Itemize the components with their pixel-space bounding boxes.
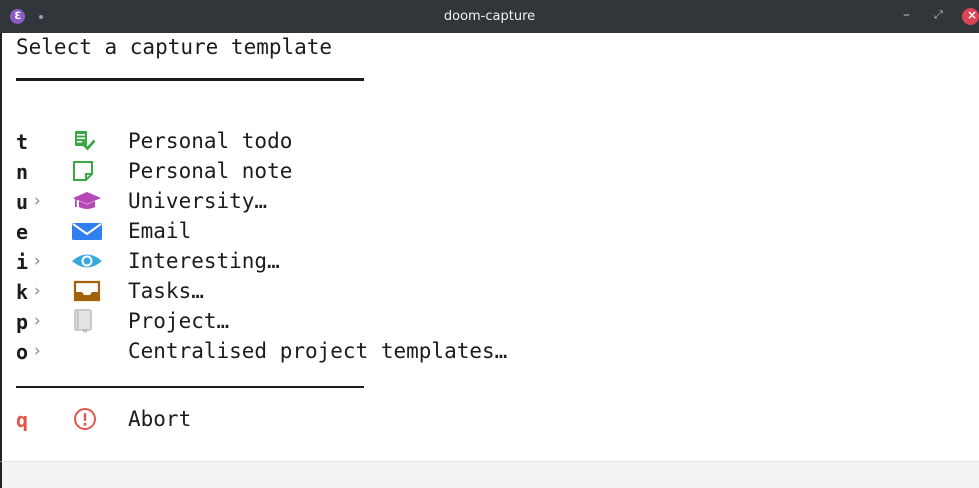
- notebook-icon: [71, 309, 99, 333]
- heading-underline: [16, 78, 364, 81]
- menu-item-label: Project…: [128, 309, 230, 333]
- graduation-cap-icon: [71, 189, 101, 213]
- menu-item-project[interactable]: p › Project…: [2, 306, 962, 336]
- submenu-indicator: ›: [32, 251, 43, 271]
- menu-separator: [16, 386, 364, 388]
- menu-item-personal-note[interactable]: n Personal note: [2, 156, 962, 186]
- menu-item-key: p: [16, 310, 29, 334]
- menu-item-label: Centralised project templates…: [128, 339, 508, 363]
- menu-item-key: t: [16, 130, 29, 154]
- todo-checklist-icon: [71, 129, 99, 153]
- close-button[interactable]: ×: [962, 8, 979, 25]
- menu-item-key: q: [16, 408, 29, 432]
- menu-item-label: University…: [128, 189, 268, 213]
- menu-item-label: Interesting…: [128, 249, 280, 273]
- maximize-button[interactable]: ⤢: [934, 8, 943, 22]
- menu-item-label: Tasks…: [128, 279, 204, 303]
- menu-item-key: e: [16, 220, 29, 244]
- submenu-indicator: ›: [32, 191, 43, 211]
- menu-item-label: Email: [128, 219, 192, 243]
- minimize-button[interactable]: –: [903, 7, 910, 23]
- capture-menu: Select a capture template t Personal tod…: [0, 33, 979, 461]
- menu-item-university[interactable]: u › University…: [2, 186, 962, 216]
- minibuffer[interactable]: [0, 461, 979, 488]
- submenu-indicator: ›: [32, 311, 43, 331]
- menu-heading: Select a capture template: [16, 35, 333, 59]
- menu-item-tasks[interactable]: k › Tasks…: [2, 276, 962, 306]
- menu-item-key: o: [16, 340, 29, 364]
- menu-item-label: Personal note: [128, 159, 293, 183]
- envelope-icon: [71, 219, 102, 243]
- sticky-note-icon: [71, 159, 99, 183]
- submenu-indicator: ›: [32, 281, 43, 301]
- menu-item-label: Personal todo: [128, 129, 293, 153]
- menu-item-key: u: [16, 190, 29, 214]
- menu-item-key: i: [16, 250, 29, 274]
- menu-item-personal-todo[interactable]: t Personal todo: [2, 126, 962, 156]
- menu-item-email[interactable]: e Email: [2, 216, 962, 246]
- menu-item-interesting[interactable]: i › Interesting…: [2, 246, 962, 276]
- exclamation-circle-icon: [71, 407, 99, 431]
- submenu-indicator: ›: [32, 341, 43, 361]
- inbox-tray-icon: [71, 279, 101, 303]
- menu-item-label: Abort: [128, 407, 192, 431]
- window-titlebar: ℇ doom-capture – ⤢ ×: [0, 0, 979, 33]
- menu-item-centralised-project-templates[interactable]: o › Centralised project templates…: [2, 336, 962, 366]
- eye-icon: [71, 249, 102, 273]
- menu-item-key: n: [16, 160, 29, 184]
- close-icon: ×: [967, 8, 978, 22]
- menu-item-abort[interactable]: q Abort: [2, 404, 962, 434]
- window-title: doom-capture: [443, 9, 536, 24]
- menu-item-key: k: [16, 280, 29, 304]
